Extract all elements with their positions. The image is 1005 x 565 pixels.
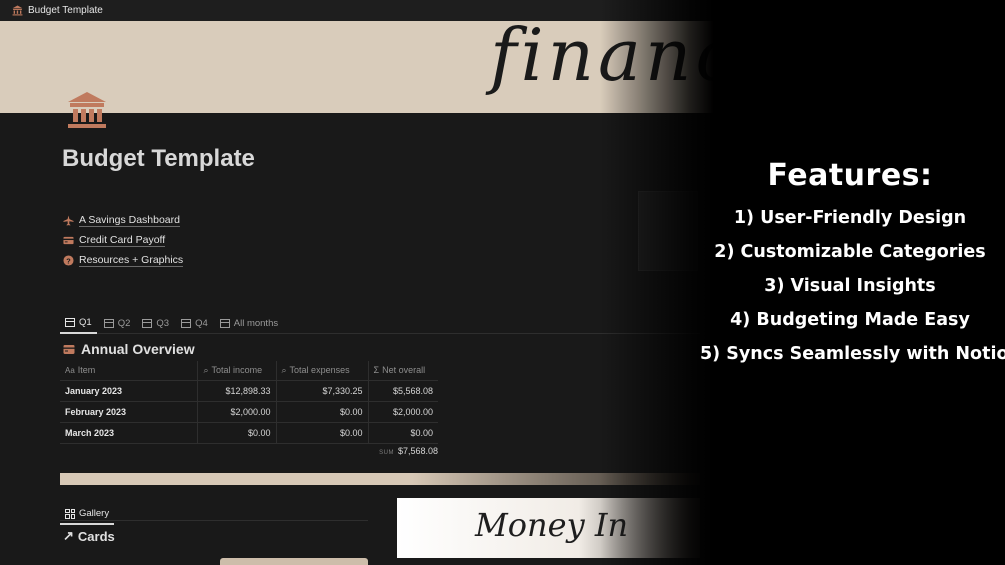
- tab-all-months[interactable]: All months: [215, 312, 283, 334]
- tab-label: Q4: [195, 317, 208, 329]
- link-resources-graphics[interactable]: ? Resources + Graphics: [63, 250, 184, 270]
- feature-item: 5) Syncs Seamlessly with Notion: [700, 344, 1005, 364]
- table-row[interactable]: January 2023 $12,898.33 $7,330.25 $5,568…: [60, 380, 438, 402]
- page-title: Budget Template: [62, 145, 255, 172]
- sum-row: SUM $7,568.08: [308, 446, 438, 456]
- svg-text:?: ?: [66, 256, 71, 265]
- cell-item[interactable]: January 2023: [60, 380, 197, 402]
- features-panel: Features: 1) User-Friendly Design 2) Cus…: [700, 158, 1005, 371]
- feature-item: 1) User-Friendly Design: [733, 208, 967, 228]
- bank-icon[interactable]: [66, 90, 108, 130]
- table-row[interactable]: February 2023 $2,000.00 $0.00 $2,000.00: [60, 401, 438, 423]
- cell-total-income: $2,000.00: [196, 401, 276, 423]
- link-savings-dashboard[interactable]: A Savings Dashboard: [63, 210, 183, 230]
- cards-title-text: Cards: [77, 528, 115, 544]
- column-label: Total income: [211, 364, 263, 375]
- table-header-row: Aa Item ⌕ Total income ⌕ Total expenses Σ Ne…: [60, 361, 438, 381]
- tab-label: Q2: [117, 317, 131, 329]
- database-title[interactable]: Annual Overview: [63, 341, 195, 357]
- column-label: Net overall: [382, 365, 426, 376]
- bank-icon: [12, 5, 23, 16]
- feature-item: 2) Customizable Categories: [714, 242, 986, 262]
- table-icon: [142, 318, 153, 328]
- database-title-text: Annual Overview: [81, 341, 195, 357]
- tab-gallery[interactable]: Gallery: [60, 504, 115, 525]
- link-label: Resources + Graphics: [79, 253, 184, 267]
- tab-q1[interactable]: Q1: [60, 312, 97, 334]
- text-property-icon: Aa: [65, 366, 75, 376]
- column-header-net-overall[interactable]: Σ Net overall: [367, 361, 438, 381]
- arrow-up-right-icon: ↗: [63, 528, 74, 543]
- gallery-icon: [65, 508, 75, 519]
- table-icon: [181, 318, 192, 328]
- tab-q4[interactable]: Q4: [176, 312, 213, 334]
- cell-item[interactable]: February 2023: [60, 401, 197, 423]
- cell-net-overall: $5,568.08: [367, 380, 438, 402]
- gallery-view-tabs: Gallery: [60, 500, 368, 525]
- cell-net-overall: $2,000.00: [367, 401, 438, 423]
- tab-q2[interactable]: Q2: [99, 312, 136, 334]
- link-label: Credit Card Payoff: [79, 233, 166, 247]
- link-label: A Savings Dashboard: [79, 213, 180, 227]
- table-row[interactable]: March 2023 $0.00 $0.00 $0.00: [60, 422, 438, 444]
- link-credit-card-payoff[interactable]: Credit Card Payoff: [63, 230, 183, 250]
- column-label: Item: [77, 365, 96, 376]
- tab-label: Q3: [156, 317, 170, 329]
- feature-item: 4) Budgeting Made Easy: [730, 310, 970, 330]
- gallery-card[interactable]: [220, 558, 368, 565]
- question-icon: ?: [63, 254, 74, 266]
- search-icon: ⌕: [203, 364, 209, 375]
- cell-total-income: $0.00: [196, 422, 276, 444]
- cell-total-expenses: $0.00: [275, 422, 368, 444]
- column-header-item[interactable]: Aa Item: [60, 361, 197, 381]
- table-icon: [219, 318, 230, 328]
- sum-label: SUM: [379, 450, 394, 456]
- column-header-total-income[interactable]: ⌕ Total income: [196, 361, 276, 381]
- table-icon: [103, 318, 114, 328]
- cell-total-expenses: $0.00: [275, 401, 368, 423]
- features-title: Features:: [767, 158, 933, 193]
- page-links: A Savings Dashboard Credit Card Payoff ?…: [63, 210, 184, 270]
- tab-label: Q1: [79, 316, 92, 328]
- cell-total-expenses: $7,330.25: [275, 380, 368, 402]
- cell-total-income: $12,898.33: [196, 380, 276, 402]
- cell-item[interactable]: March 2023: [60, 422, 197, 444]
- sum-value: $7,568.08: [397, 446, 438, 456]
- column-header-total-expenses[interactable]: ⌕ Total expenses: [275, 361, 368, 381]
- tab-label: Gallery: [79, 508, 110, 519]
- annual-overview-table: Aa Item ⌕ Total income ⌕ Total expenses Σ Ne…: [60, 361, 438, 444]
- sigma-icon: Σ: [373, 365, 380, 376]
- tab-label: All months: [233, 317, 279, 329]
- wallet-icon: [63, 344, 75, 354]
- cell-net-overall: $0.00: [367, 422, 438, 444]
- cards-database-title[interactable]: ↗ Cards: [63, 528, 115, 544]
- tab-q3[interactable]: Q3: [137, 312, 174, 334]
- credit-card-icon: [63, 236, 74, 244]
- table-icon: [65, 317, 75, 327]
- window-title: Budget Template: [28, 5, 103, 16]
- airplane-icon: [63, 214, 74, 226]
- search-icon: ⌕: [281, 364, 287, 375]
- feature-item: 3) Visual Insights: [764, 276, 936, 296]
- column-label: Total expenses: [289, 364, 350, 375]
